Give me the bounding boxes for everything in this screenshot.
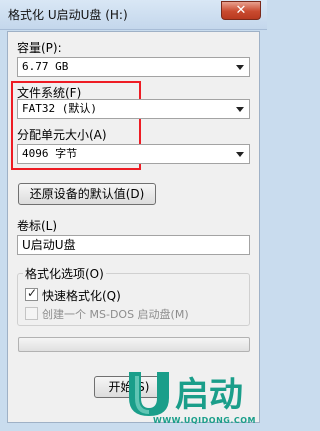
msdos-startup-label: 创建一个 MS-DOS 启动盘(M) <box>42 308 189 321</box>
alloc-unit-label: 分配单元大小(A) <box>17 128 107 142</box>
format-options-title: 格式化选项(O) <box>23 265 106 282</box>
volume-label-label: 卷标(L) <box>17 219 58 233</box>
chevron-down-icon <box>236 65 244 70</box>
restore-defaults-button[interactable]: 还原设备的默认值(D) <box>18 183 156 205</box>
logo-text: 启动 <box>175 375 243 415</box>
close-icon: ✕ <box>235 3 247 18</box>
capacity-label: 容量(P): <box>17 41 62 55</box>
msdos-startup-checkbox[interactable] <box>25 307 38 320</box>
uqidong-logo: 启动 <box>129 372 243 416</box>
alloc-unit-value: 4096 字节 <box>22 147 78 160</box>
quick-format-checkbox[interactable] <box>25 286 38 301</box>
alloc-unit-select[interactable]: 4096 字节 <box>17 144 250 164</box>
chevron-down-icon <box>236 152 244 157</box>
format-progress-bar <box>18 337 250 352</box>
format-dialog-body: 容量(P): 6.77 GB 文件系统(F) FAT32 (默认) 分配单元大小… <box>7 31 260 423</box>
filesystem-select[interactable]: FAT32 (默认) <box>17 99 250 119</box>
watermark-url: WWW.UQIDONG.COM <box>153 416 257 425</box>
filesystem-value: FAT32 (默认) <box>22 102 97 115</box>
chevron-down-icon <box>236 107 244 112</box>
volume-label-input[interactable]: U启动U盘 <box>17 235 250 255</box>
title-bar: 格式化 U启动U盘 (H:) ✕ <box>0 0 267 30</box>
uqidong-watermark: 启动 WWW.UQIDONG.COM <box>117 368 267 431</box>
capacity-select[interactable]: 6.77 GB <box>17 57 250 77</box>
quick-format-label: 快速格式化(Q) <box>42 289 121 303</box>
close-button[interactable]: ✕ <box>221 1 261 20</box>
window-title: 格式化 U启动U盘 (H:) <box>8 8 128 22</box>
capacity-value: 6.77 GB <box>22 60 69 73</box>
